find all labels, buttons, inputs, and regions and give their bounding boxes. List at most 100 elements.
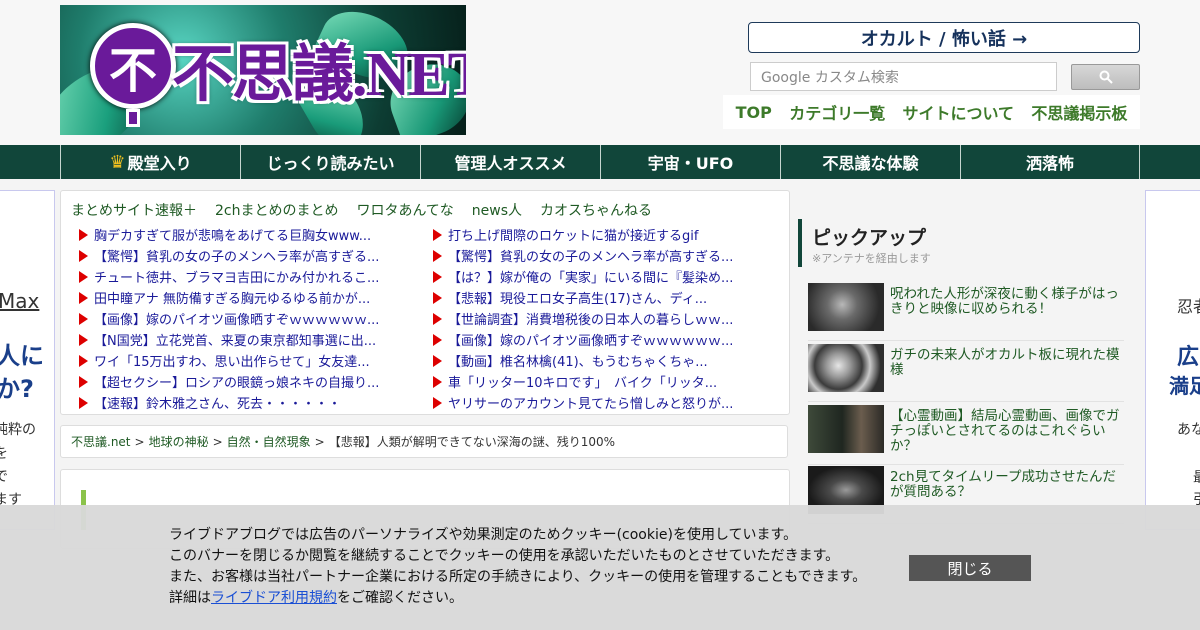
antenna-item[interactable]: 【世論調査】消費増税後の日本人の暮らしｗｗ... — [433, 308, 763, 329]
cookie-close-button[interactable]: 閉じる — [909, 555, 1031, 581]
main-nav-label: 宇宙・UFO — [647, 154, 734, 173]
main-nav-admin-picks[interactable]: 管理人オススメ — [420, 145, 600, 179]
antenna-item-title: 【超セクシー】ロシアの眼鏡っ娘ネキの自撮り... — [94, 376, 380, 391]
antenna-item[interactable]: 車「リッター10キロです」 バイク「リッタ... — [433, 371, 763, 392]
top-nav-top[interactable]: TOP — [736, 103, 772, 122]
main-nav-mysterious-experience[interactable]: 不思議な体験 — [780, 145, 960, 179]
pickup-item[interactable]: ガチの未来人がオカルト板に現れた模様 — [808, 344, 1124, 402]
search-input[interactable]: Google カスタム検索 — [750, 62, 1057, 91]
ad-text: を — [0, 443, 8, 463]
antenna-item[interactable]: 【画像】嫁のパイオツ画像晒すぞｗｗｗｗｗｗ... — [79, 308, 409, 329]
terms-link[interactable]: ライブドア利用規約 — [211, 590, 337, 606]
logo-text: 不思議.NET — [172, 41, 466, 109]
triangle-bullet-icon — [79, 312, 88, 325]
ad-text: あな — [1177, 422, 1200, 438]
triangle-bullet-icon — [433, 270, 442, 283]
antenna-site-link[interactable]: 2chまとめのまとめ — [215, 200, 338, 220]
triangle-bullet-icon — [433, 249, 442, 262]
triangle-bullet-icon — [79, 249, 88, 262]
antenna-site-link[interactable]: カオスちゃんねる — [540, 200, 652, 220]
antenna-site-link[interactable]: news人 — [472, 200, 522, 220]
pickup-item-title: 呪われた人形が深夜に動く様子がはっきりと映像に収められる！ — [890, 286, 1119, 317]
antenna-list-right: 打ち上げ間際のロケットに猫が接近するgif 【驚愕】貧乳の女の子のメンヘラ率が高… — [433, 224, 763, 413]
main-nav-sharekowa[interactable]: 洒落怖 — [960, 145, 1140, 179]
triangle-bullet-icon — [79, 396, 88, 409]
antenna-item[interactable]: 【超セクシー】ロシアの眼鏡っ娘ネキの自撮り... — [79, 371, 409, 392]
antenna-site-list: まとめサイト速報＋ 2chまとめのまとめ ワロタあんてな news人 カオスちゃ… — [71, 200, 652, 220]
triangle-bullet-icon — [79, 354, 88, 367]
triangle-bullet-icon — [433, 354, 442, 367]
antenna-item-title: 胸デカすぎて服が悲鳴をあげてる巨胸女www... — [94, 229, 372, 244]
antenna-item[interactable]: チュート徳井、ブラマヨ吉田にかみ付かれるこ... — [79, 266, 409, 287]
antenna-item[interactable]: 【驚愕】貧乳の女の子のメンヘラ率が高すぎる... — [433, 245, 763, 266]
antenna-item[interactable]: 田中瞳アナ 無防備すぎる胸元ゆるゆる前かが... — [79, 287, 409, 308]
breadcrumb-link-subcategory[interactable]: 自然・自然現象 — [227, 433, 311, 450]
top-nav-board[interactable]: 不思議掲示板 — [1031, 100, 1127, 124]
breadcrumb-separator: > — [314, 434, 325, 449]
breadcrumb-current: 【悲報】人類が解明できてない深海の謎、残り100% — [328, 435, 616, 449]
main-nav-space-ufo[interactable]: 宇宙・UFO — [600, 145, 780, 179]
breadcrumb-separator: > — [212, 434, 223, 449]
antenna-item-title: 【世論調査】消費増税後の日本人の暮らしｗｗ... — [448, 313, 734, 328]
breadcrumb-separator: > — [134, 434, 145, 449]
search-icon — [1099, 70, 1113, 84]
ad-text: Max — [0, 289, 40, 313]
right-side-ad[interactable]: 忍者 広 満足 あな 最 引 — [1145, 190, 1200, 530]
antenna-item[interactable]: ヤリサーのアカウント見てたら憎しみと怒りが... — [433, 392, 763, 413]
breadcrumb-link-home[interactable]: 不思議.net — [71, 433, 131, 450]
top-nav-categories[interactable]: カテゴリ一覧 — [789, 100, 885, 124]
antenna-item[interactable]: 【画像】嫁のパイオツ画像晒すぞｗｗｗｗｗｗ... — [433, 329, 763, 350]
logo-emblem: 不 — [90, 23, 176, 109]
cookie-detail-suffix: をご確認ください。 — [337, 590, 463, 606]
cookie-text: ライブドアブログでは広告のパーソナライズや効果測定のためクッキー(cookie)… — [169, 525, 866, 609]
triangle-bullet-icon — [433, 375, 442, 388]
header: 不 不思議.NET オカルト / 怖い話 → Google カスタム検索 TOP… — [0, 0, 1200, 145]
main-nav: ♛ 殿堂入り じっくり読みたい 管理人オススメ 宇宙・UFO 不思議な体験 洒落… — [0, 145, 1200, 179]
antenna-item[interactable]: 【は？】嫁が俺の「実家」にいる間に『髪染め... — [433, 266, 763, 287]
antenna-item-title: 【画像】嫁のパイオツ画像晒すぞｗｗｗｗｗｗ... — [94, 313, 380, 328]
triangle-bullet-icon — [79, 291, 88, 304]
triangle-bullet-icon — [79, 228, 88, 241]
antenna-item-title: 【N国党】立花党首、来夏の東京都知事選に出... — [94, 334, 377, 349]
antenna-item[interactable]: 【悲報】現役エロ女子高生(17)さん、ディ... — [433, 287, 763, 308]
top-nav-about[interactable]: サイトについて — [903, 100, 1015, 124]
pickup-item[interactable]: 【心霊動画】結局心霊動画、画像でガチっぽいとされてるのはこれぐらいか？ — [808, 405, 1124, 465]
ad-text: 純粋の — [0, 422, 36, 438]
main-nav-label: 洒落怖 — [1025, 154, 1074, 173]
main-nav-hall-of-fame[interactable]: ♛ 殿堂入り — [60, 145, 240, 179]
site-logo[interactable]: 不 不思議.NET — [60, 5, 466, 135]
occult-link-button[interactable]: オカルト / 怖い話 → — [748, 22, 1140, 53]
antenna-site-link[interactable]: まとめサイト速報＋ — [71, 200, 197, 220]
antenna-item[interactable]: ワイ「15万出すわ、思い出作らせて」女友達... — [79, 350, 409, 371]
antenna-item[interactable]: 【N国党】立花党首、来夏の東京都知事選に出... — [79, 329, 409, 350]
main-nav-label: 管理人オススメ — [454, 154, 567, 173]
antenna-item-title: 【悲報】現役エロ女子高生(17)さん、ディ... — [448, 292, 708, 307]
pickup-item[interactable]: 呪われた人形が深夜に動く様子がはっきりと映像に収められる！ — [808, 283, 1124, 341]
search-button[interactable] — [1071, 64, 1140, 90]
triangle-bullet-icon — [79, 270, 88, 283]
ad-text: 人に — [0, 342, 44, 370]
ad-text: か? — [0, 375, 34, 403]
antenna-item-title: 【驚愕】貧乳の女の子のメンヘラ率が高すぎる... — [94, 250, 380, 265]
antenna-item-title: 車「リッター10キロです」 バイク「リッタ... — [448, 376, 718, 391]
breadcrumb: 不思議.net > 地球の神秘 > 自然・自然現象 > 【悲報】人類が解明できて… — [60, 425, 788, 458]
antenna-item[interactable]: 打ち上げ間際のロケットに猫が接近するgif — [433, 224, 763, 245]
antenna-site-link[interactable]: ワロタあんてな — [356, 200, 453, 220]
pickup-subtitle: ※アンテナを経由します — [812, 252, 931, 265]
antenna-item[interactable]: 【速報】鈴木雅之さん、死去・・・・・・ — [79, 392, 409, 413]
antenna-item[interactable]: 【動画】椎名林檎(41)、もうむちゃくちゃ... — [433, 350, 763, 371]
main-nav-long-read[interactable]: じっくり読みたい — [240, 145, 420, 179]
breadcrumb-link-category[interactable]: 地球の神秘 — [149, 433, 209, 450]
antenna-item[interactable]: 【驚愕】貧乳の女の子のメンヘラ率が高すぎる... — [79, 245, 409, 266]
antenna-item-title: 打ち上げ間際のロケットに猫が接近するgif — [448, 229, 699, 244]
cookie-line: また、お客様は当社パートナー企業における所定の手続きにより、クッキーの使用を管理… — [169, 569, 867, 585]
ad-text: 忍者 — [1177, 297, 1200, 316]
ad-text: で — [0, 466, 8, 486]
pickup-item-title: 【心霊動画】結局心霊動画、画像でガチっぽいとされてるのはこれぐらいか？ — [890, 408, 1120, 454]
left-side-ad[interactable]: Max 人に か? 純粋の を で ます — [0, 190, 55, 530]
pickup-item-title: 2ch見てタイムリープ成功させたんだが質問ある？ — [890, 469, 1116, 500]
antenna-item-title: 【画像】嫁のパイオツ画像晒すぞｗｗｗｗｗｗ... — [448, 334, 734, 349]
antenna-item[interactable]: 胸デカすぎて服が悲鳴をあげてる巨胸女www... — [79, 224, 409, 245]
triangle-bullet-icon — [433, 291, 442, 304]
antenna-item-title: 【速報】鈴木雅之さん、死去・・・・・・ — [94, 397, 342, 412]
